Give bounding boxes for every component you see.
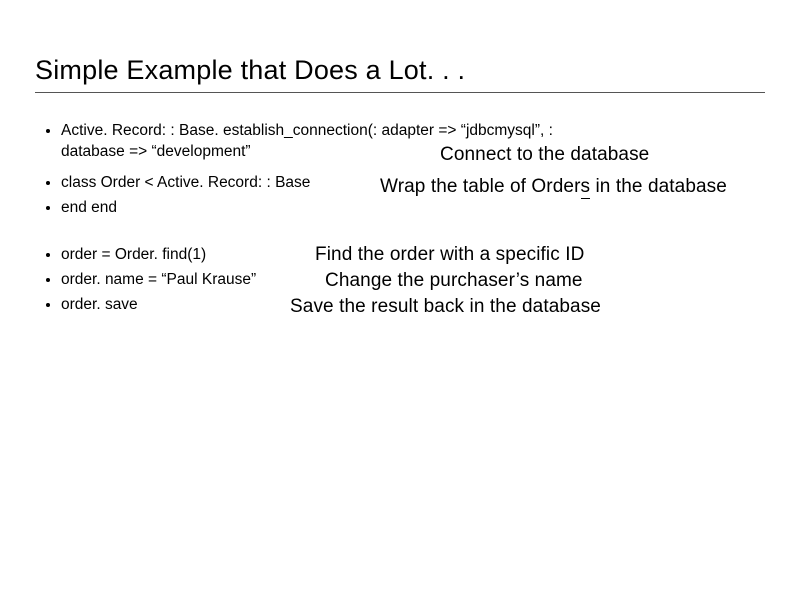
title-divider xyxy=(35,92,765,93)
slide-content: Active. Record: : Base. establish_connec… xyxy=(35,121,765,315)
bullet-list-top: Active. Record: : Base. establish_connec… xyxy=(35,121,765,219)
slide-title: Simple Example that Does a Lot. . . xyxy=(35,55,765,86)
bullet-end-end: end end xyxy=(61,198,601,219)
annotation-wrap-underlined: s xyxy=(581,176,591,199)
annotation-wrap: Wrap the table of Orders in the database xyxy=(380,176,727,198)
annotation-find: Find the order with a specific ID xyxy=(315,244,584,266)
annotation-connect: Connect to the database xyxy=(440,144,649,166)
annotation-change: Change the purchaser’s name xyxy=(325,270,583,292)
annotation-wrap-suffix: in the database xyxy=(590,176,727,197)
annotation-save: Save the result back in the database xyxy=(290,296,601,318)
annotation-wrap-prefix: Wrap the table of Order xyxy=(380,176,581,197)
